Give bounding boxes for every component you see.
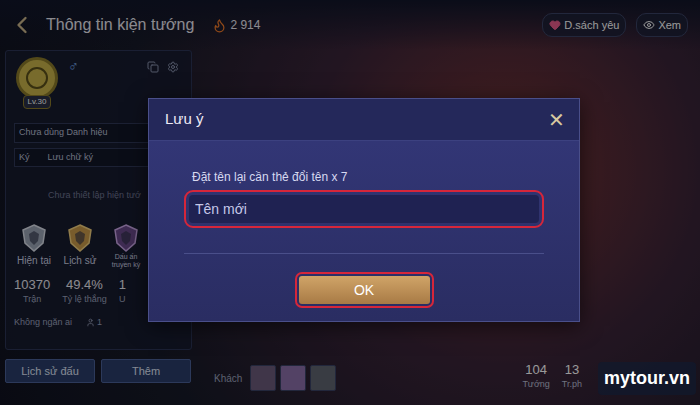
ok-highlight: OK: [295, 272, 434, 308]
close-button[interactable]: ✕: [548, 110, 565, 130]
ok-button[interactable]: OK: [299, 276, 430, 304]
dialog-header: Lưu ý ✕: [149, 99, 579, 141]
screen: Thông tin kiện tướng2 914D.sách yêuXemLv…: [0, 0, 700, 405]
rename-dialog: Lưu ý ✕ Đặt tên lại cần thẻ đổi tên x 7 OK: [148, 98, 580, 322]
watermark: mytour.vn: [598, 362, 696, 395]
input-highlight: [184, 190, 544, 228]
dialog-title: Lưu ý: [165, 108, 203, 131]
new-name-input[interactable]: [189, 195, 539, 223]
dialog-message: Đặt tên lại cần thẻ đổi tên x 7: [192, 168, 544, 186]
dialog-divider: [184, 253, 544, 254]
